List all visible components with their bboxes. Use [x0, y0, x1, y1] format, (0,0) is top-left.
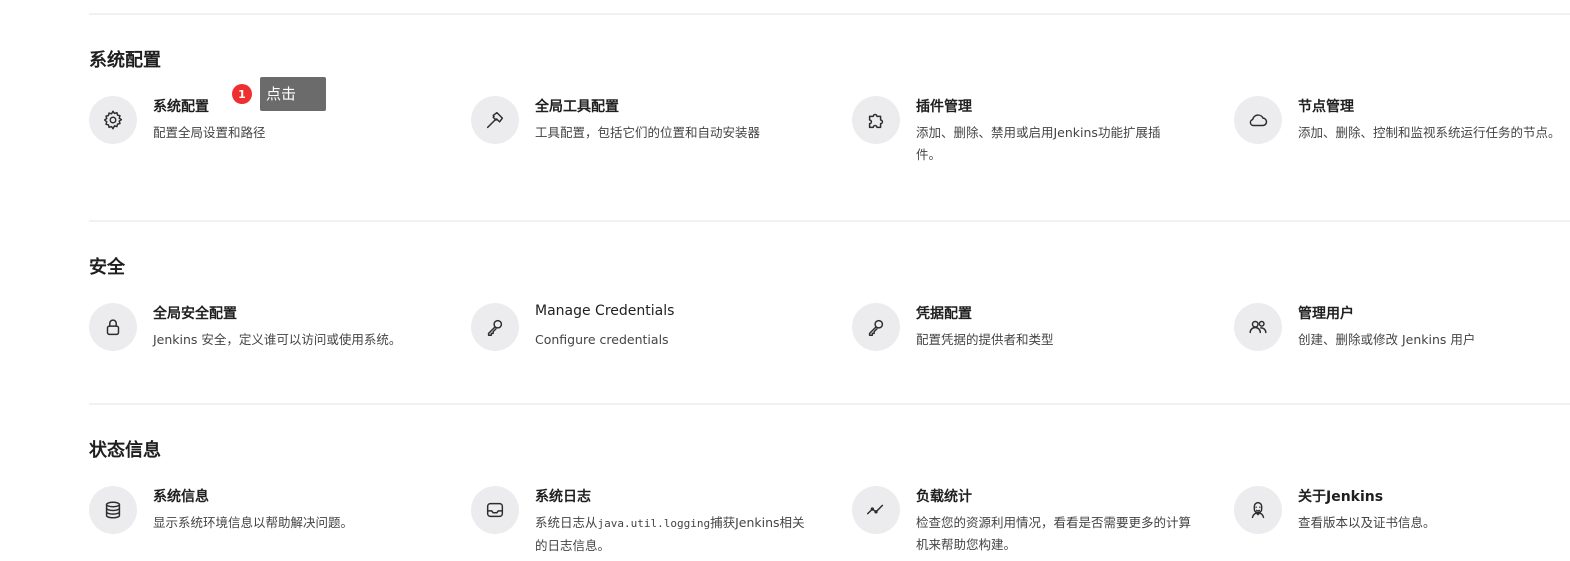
section-divider-top	[89, 13, 1570, 15]
section-title-status-info: 状态信息	[89, 440, 161, 461]
item-description: Configure credentials	[535, 332, 669, 347]
item-title: 全局工具配置	[535, 99, 619, 115]
users-icon	[1234, 303, 1282, 351]
item-load-statistics[interactable]: 负载统计 检查您的资源利用情况，看看是否需要更多的计算机来帮助您构建。	[852, 486, 1234, 556]
jenkins-butler-icon	[1234, 486, 1282, 534]
item-credential-config[interactable]: 凭据配置 配置凭据的提供者和类型	[852, 303, 1234, 373]
item-system-info[interactable]: 系统信息 显示系统环境信息以帮助解决问题。	[89, 486, 471, 556]
trend-icon	[852, 486, 900, 534]
item-manage-credentials[interactable]: Manage Credentials Configure credentials	[471, 303, 853, 373]
section-divider	[89, 403, 1570, 405]
item-description: 显示系统环境信息以帮助解决问题。	[153, 515, 354, 530]
item-description: 创建、删除或修改 Jenkins 用户	[1298, 332, 1476, 347]
item-global-security[interactable]: 全局安全配置 Jenkins 安全，定义谁可以访问或使用系统。	[89, 303, 471, 373]
item-node-manager[interactable]: 节点管理 添加、删除、控制和监视系统运行任务的节点。	[1234, 96, 1570, 166]
item-description: 添加、删除、控制和监视系统运行任务的节点。	[1298, 125, 1561, 140]
inbox-icon	[471, 486, 519, 534]
puzzle-icon	[852, 96, 900, 144]
section-divider	[89, 220, 1570, 222]
item-description: 系统日志从java.util.logging捕获Jenkins相关的日志信息。	[535, 512, 813, 557]
item-title: 凭据配置	[916, 306, 972, 322]
item-description: 工具配置，包括它们的位置和自动安装器	[535, 125, 761, 140]
gear-icon	[89, 96, 137, 144]
item-title: Manage Credentials	[535, 303, 675, 319]
item-description: 配置全局设置和路径	[153, 125, 266, 140]
item-description: 查看版本以及证书信息。	[1298, 515, 1436, 530]
item-description: 配置凭据的提供者和类型	[916, 332, 1054, 347]
database-icon	[89, 486, 137, 534]
item-title: 插件管理	[916, 99, 972, 115]
item-global-tool-config[interactable]: 全局工具配置 工具配置，包括它们的位置和自动安装器	[471, 96, 853, 166]
item-title: 系统信息	[153, 489, 209, 505]
item-plugin-manager[interactable]: 插件管理 添加、删除、禁用或启用Jenkins功能扩展插件。	[852, 96, 1234, 166]
item-title: 管理用户	[1298, 306, 1354, 322]
item-title: 关于Jenkins	[1298, 489, 1384, 505]
item-title: 负载统计	[916, 489, 972, 505]
item-description: 添加、删除、禁用或启用Jenkins功能扩展插件。	[916, 125, 1161, 162]
item-title: 节点管理	[1298, 99, 1354, 115]
item-title: 全局安全配置	[153, 306, 237, 322]
click-tooltip: 点击	[260, 77, 326, 111]
section-title-security: 安全	[89, 257, 125, 278]
item-about-jenkins[interactable]: 关于Jenkins 查看版本以及证书信息。	[1234, 486, 1570, 556]
item-title: 系统日志	[535, 489, 591, 505]
section-title-system-config: 系统配置	[89, 50, 161, 71]
item-description: Jenkins 安全，定义谁可以访问或使用系统。	[153, 332, 402, 347]
desc-code: java.util.logging	[597, 517, 711, 530]
item-description: 检查您的资源利用情况，看看是否需要更多的计算机来帮助您构建。	[916, 515, 1192, 552]
item-system-log[interactable]: 系统日志 系统日志从java.util.logging捕获Jenkins相关的日…	[471, 486, 853, 556]
desc-text: 系统日志从	[535, 515, 598, 530]
item-manage-users[interactable]: 管理用户 创建、删除或修改 Jenkins 用户	[1234, 303, 1570, 373]
key-icon	[471, 303, 519, 351]
lock-icon	[89, 303, 137, 351]
key-icon	[852, 303, 900, 351]
hammer-icon	[471, 96, 519, 144]
cloud-icon	[1234, 96, 1282, 144]
step-badge: 1	[232, 84, 252, 104]
item-title: 系统配置	[153, 99, 209, 115]
